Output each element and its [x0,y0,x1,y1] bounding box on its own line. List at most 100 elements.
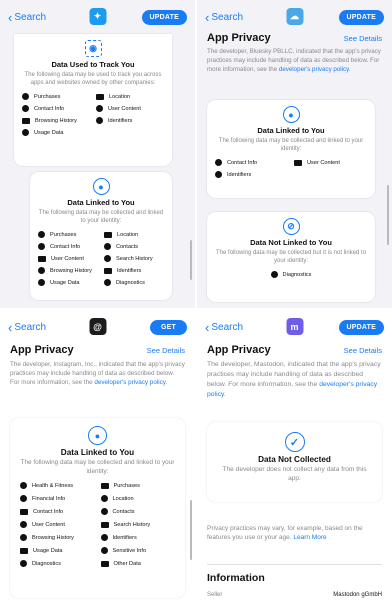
data-type-item: Other Data [100,560,176,567]
data-type-label: Contact Info [33,508,64,515]
data-type-icon [215,171,222,179]
data-type-item: Purchases [38,231,98,239]
nav-bar: ‹ Search @ GET [0,310,195,344]
data-type-item: Purchases [22,93,90,101]
privacy-policy-link[interactable]: developer's privacy policy [279,66,349,73]
data-type-item: User Content [294,159,367,166]
data-type-label: Contacts [112,508,135,515]
data-type-icon [104,243,111,251]
data-type-label: Health & Fitness [32,482,74,489]
data-type-item: Identifiers [100,534,176,542]
data-type-icon [38,231,45,239]
update-button[interactable]: UPDATE [338,9,384,25]
scrollbar[interactable] [190,240,192,280]
chevron-left-icon: ‹ [205,9,210,25]
back-button[interactable]: ‹ Search [8,11,46,24]
section-header: App Privacy See Details [0,344,195,356]
person-icon: ● [88,426,107,445]
data-type-icon [96,105,103,113]
data-type-list: Health & Fitness Purchases Financial Info L… [20,482,176,568]
divider [207,564,382,565]
data-type-label: Financial Info [32,495,66,502]
data-type-list: Purchases Location Contact Info User Conten… [22,93,164,137]
tracking-icon: ◉ [84,40,102,57]
data-type-label: User Content [307,159,340,166]
data-type-label: Browsing History [50,267,92,274]
see-details-link[interactable]: See Details [344,34,382,43]
back-button[interactable]: ‹ Search [205,11,243,24]
nav-bar: ‹ Search ✦ UPDATE [0,0,195,34]
learn-more-link[interactable]: Learn More [293,534,326,541]
not-linked-card: ⊘ Data Not Linked to You The following d… [207,212,375,302]
checkmark-circle-icon: ✓ [284,432,305,452]
nav-bar: ‹ Search ☁ UPDATE [197,0,392,34]
data-type-label: Search History [116,255,153,262]
card-description: The following data may be collected and … [218,138,364,153]
data-type-list: Diagnostics [215,271,367,279]
data-type-item: Sensitive Info [100,547,176,555]
data-type-item: User Content [96,105,164,113]
section-title: App Privacy [207,344,271,356]
app-icon: m [286,318,303,335]
data-type-item: Contact Info [38,243,98,251]
section-header: App Privacy See Details [197,344,392,356]
data-type-icon [22,117,30,124]
card-description: The following data may be collected but … [215,250,367,265]
data-type-label: Contact Info [227,159,258,166]
nav-bar: ‹ Search m UPDATE [197,310,392,344]
data-type-icon [104,279,111,287]
data-type-label: Purchases [34,93,61,100]
app-privacy-collage: ‹ Search ✦ UPDATE ◉ Data Used to Track Yo… [0,0,392,601]
data-type-label: Usage Data [33,547,63,554]
see-details-link[interactable]: See Details [344,346,382,355]
scrollbar[interactable] [387,185,389,245]
data-type-label: Diagnostics [116,279,145,286]
data-type-item: Browsing History [22,117,90,124]
panel-bluesky: ‹ Search ☁ UPDATE App Privacy See Details… [197,0,392,308]
data-type-item: Identifiers [215,171,288,179]
data-type-icon [96,93,104,100]
data-type-icon [96,117,103,125]
data-type-item: Usage Data [22,129,90,137]
data-type-item: Diagnostics [20,560,95,568]
data-type-icon [20,560,27,568]
data-type-icon [38,267,45,275]
data-type-icon [104,231,112,238]
get-button[interactable]: GET [150,319,187,335]
data-type-item: User Content [20,521,95,529]
privacy-policy-link[interactable]: developer's privacy policy [94,379,165,386]
card-title: Data Not Collected [258,455,331,464]
back-button[interactable]: ‹ Search [205,321,243,334]
data-type-label: Contact Info [34,105,65,112]
scrollbar[interactable] [190,500,192,560]
linked-card: ● Data Linked to You The following data … [10,418,185,598]
data-type-label: Location [112,495,134,502]
data-type-list: Contact Info User Content Identifiers [215,159,367,179]
data-type-label: Location [109,93,131,100]
data-type-label: Purchases [50,231,77,238]
data-type-item: Contact Info [20,508,95,515]
card-title: Data Not Linked to You [250,238,332,247]
data-type-item: Health & Fitness [20,482,95,490]
data-type-label: User Content [51,255,84,262]
card-title: Data Linked to You [257,126,325,135]
data-type-label: User Content [108,105,141,112]
not-collected-card: ✓ Data Not Collected The developer does … [207,422,382,502]
data-type-label: Purchases [113,482,140,489]
data-type-item: Location [96,93,164,100]
see-details-link[interactable]: See Details [147,346,185,355]
data-type-label: User Content [32,521,65,528]
data-type-icon [20,547,28,554]
update-button[interactable]: UPDATE [338,319,384,335]
back-button[interactable]: ‹ Search [8,321,46,334]
card-title: Data Linked to You [67,198,135,207]
section-title: App Privacy [10,344,74,356]
privacy-description: The developer, Mastodon, indicated that … [207,361,381,398]
panel-twitter: ‹ Search ✦ UPDATE ◉ Data Used to Track Yo… [0,0,195,308]
data-type-icon [104,267,112,274]
seller-value: Mastodon gGmbH [333,592,382,598]
update-button[interactable]: UPDATE [141,9,187,25]
data-type-icon [100,508,108,516]
data-type-icon [270,271,278,279]
data-type-item: User Content [38,255,98,262]
